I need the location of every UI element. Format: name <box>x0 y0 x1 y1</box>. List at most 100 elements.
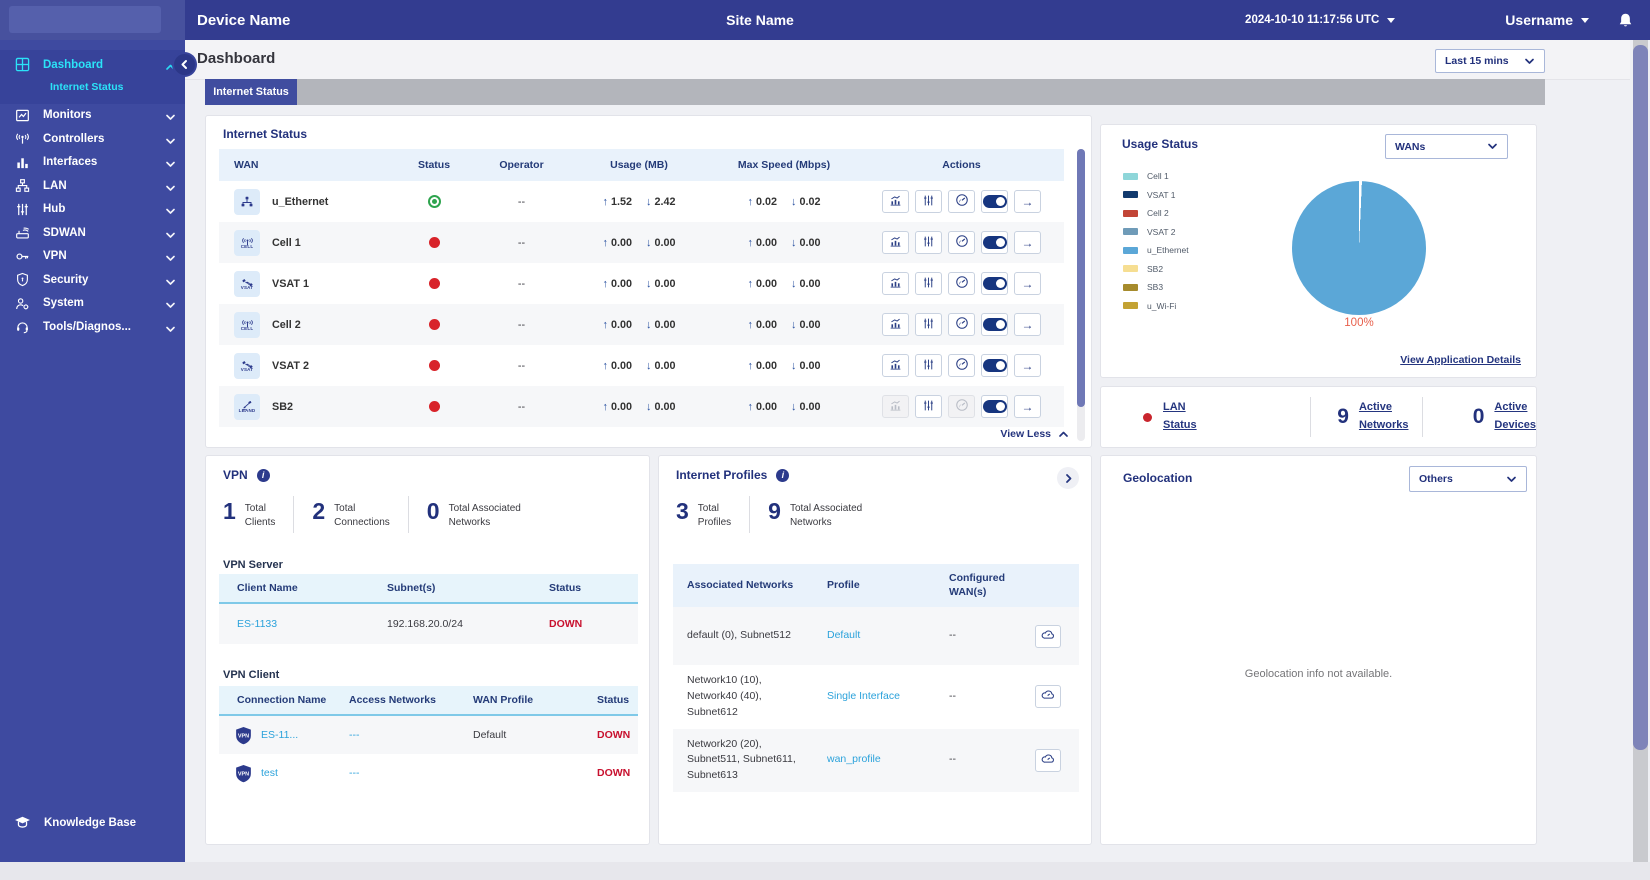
stat-label: Total Clients <box>244 503 276 528</box>
sidebar-item-dashboard[interactable]: Dashboard <box>0 53 185 77</box>
sidebar-item-hub[interactable]: Hub <box>0 198 185 222</box>
max-speed: ↑ 0.00 ↓ 0.00 <box>709 401 859 413</box>
vpn-panel: VPN i 1 Total Clients 2 Total Connections 0 Tot… <box>205 455 650 845</box>
toggle-action-button[interactable] <box>981 354 1008 377</box>
view-application-details-link[interactable]: View Application Details <box>1400 354 1521 366</box>
connection-name-link[interactable]: test <box>261 767 278 779</box>
active-networks-link[interactable]: Active Networks <box>1359 399 1409 434</box>
speed-test-button[interactable] <box>1035 748 1061 772</box>
gauge-action-button[interactable] <box>948 272 975 295</box>
up-arrow-icon: ↑ <box>602 277 608 290</box>
gauge-action-button[interactable] <box>948 231 975 254</box>
chart-action-button[interactable] <box>882 272 909 295</box>
sliders-action-button[interactable] <box>915 231 942 254</box>
speed-test-button[interactable] <box>1035 685 1061 709</box>
chevron-down-icon <box>165 322 175 332</box>
gauge-action-button[interactable] <box>948 354 975 377</box>
user-menu[interactable]: Username <box>1505 12 1589 28</box>
sliders-action-button[interactable] <box>915 395 942 418</box>
sidebar-subitem-internet-status[interactable]: Internet Status <box>0 77 185 98</box>
sliders-action-button[interactable] <box>915 190 942 213</box>
wan-name: VSAT 2 <box>272 359 309 372</box>
status-down-indicator <box>428 360 440 371</box>
gauge-icon <box>955 193 969 210</box>
sidebar-item-system[interactable]: System <box>0 292 185 316</box>
time-range-select[interactable]: Last 15 mins <box>1435 49 1545 73</box>
chart-action-button[interactable] <box>882 313 909 336</box>
toggle-action-button[interactable] <box>981 190 1008 213</box>
connection-name-link[interactable]: ES-11... <box>261 729 298 741</box>
sliders-icon <box>922 317 935 333</box>
geolocation-title: Geolocation <box>1123 471 1193 485</box>
profile-link[interactable]: Single Interface <box>813 681 935 713</box>
sliders-icon <box>922 399 935 415</box>
profile-link[interactable]: wan_profile <box>813 744 935 776</box>
sidebar-item-knowledge-base[interactable]: Knowledge Base <box>0 810 185 836</box>
up-arrow-icon: ↑ <box>747 318 753 331</box>
scrollbar-thumb[interactable] <box>1077 149 1085 407</box>
arrow-action-button[interactable]: → <box>1014 190 1041 213</box>
page-vertical-scrollbar[interactable] <box>1633 40 1648 862</box>
profiles-next-button[interactable] <box>1057 467 1079 489</box>
chart-icon <box>889 235 902 251</box>
client-name-link[interactable]: ES-1133 <box>219 618 369 630</box>
sidebar-item-controllers[interactable]: Controllers <box>0 127 185 151</box>
datetime-dropdown[interactable]: 2024-10-10 11:17:56 UTC <box>1245 14 1396 26</box>
chart-action-button[interactable] <box>882 354 909 377</box>
sliders-action-button[interactable] <box>915 272 942 295</box>
usage-scope-select[interactable]: WANs <box>1385 134 1508 159</box>
arrow-action-button[interactable]: → <box>1014 231 1041 254</box>
max-speed-up-value: 0.00 <box>755 277 777 290</box>
arrow-action-button[interactable]: → <box>1014 354 1041 377</box>
lan-status-link[interactable]: LAN Status <box>1163 399 1197 434</box>
chart-action-button <box>882 395 909 418</box>
chart-action-button[interactable] <box>882 190 909 213</box>
sidebar-item-security[interactable]: Security <box>0 268 185 292</box>
sidebar-collapse-button[interactable] <box>174 54 195 75</box>
sidebar-item-lan[interactable]: LAN <box>0 174 185 198</box>
toggle-on-icon <box>982 236 1007 249</box>
scrollbar-thumb[interactable] <box>1633 45 1648 750</box>
gauge-icon <box>955 316 969 333</box>
max-speed: ↑ 0.00 ↓ 0.00 <box>709 278 859 290</box>
column-header: Status <box>417 159 451 171</box>
toggle-action-button[interactable] <box>981 231 1008 254</box>
tab-internet-status[interactable]: Internet Status <box>205 79 297 105</box>
arrow-action-button[interactable]: → <box>1014 313 1041 336</box>
sidebar-item-vpn[interactable]: VPN <box>0 245 185 269</box>
geolocation-select[interactable]: Others <box>1409 466 1527 492</box>
sliders-action-button[interactable] <box>915 354 942 377</box>
usage-up-value: 0.00 <box>610 236 632 249</box>
info-icon[interactable]: i <box>776 468 790 482</box>
sidebar-item-label: Interfaces <box>43 156 98 169</box>
profile-link[interactable]: Default <box>813 620 935 652</box>
status-cell: DOWN <box>549 618 583 630</box>
internet-status-scrollbar[interactable] <box>1077 149 1085 441</box>
sliders-icon <box>922 358 935 374</box>
speed-test-button[interactable] <box>1035 624 1061 648</box>
active-devices-link[interactable]: Active Devices <box>1494 399 1536 434</box>
status-cell <box>394 401 474 412</box>
profile-row: Network20 (20), Subnet511, Subnet611, Su… <box>673 728 1079 792</box>
wan-row-u-ethernet: u_Ethernet -- ↑ 1.52 ↓ 2.42 ↑ 0.02 ↓ 0.02 → <box>219 181 1064 222</box>
notifications-bell-icon[interactable] <box>1617 12 1634 29</box>
column-header: Connection Name <box>237 694 327 706</box>
gauge-action-button[interactable] <box>948 190 975 213</box>
sidebar-item-monitors[interactable]: Monitors <box>0 104 185 128</box>
arrow-action-button[interactable]: → <box>1014 395 1041 418</box>
gauge-action-button[interactable] <box>948 313 975 336</box>
info-icon[interactable]: i <box>256 468 270 482</box>
sliders-action-button[interactable] <box>915 313 942 336</box>
toggle-action-button[interactable] <box>981 272 1008 295</box>
sidebar-item-tools-diagnos[interactable]: Tools/Diagnos... <box>0 315 185 339</box>
chart-action-button[interactable] <box>882 231 909 254</box>
toggle-action-button[interactable] <box>981 395 1008 418</box>
view-less-button[interactable]: View Less <box>1000 428 1069 440</box>
toggle-action-button[interactable] <box>981 313 1008 336</box>
column-header: Subnet(s) <box>387 582 436 594</box>
sidebar-item-sdwan[interactable]: SDWAN <box>0 221 185 245</box>
logo-area <box>0 0 185 40</box>
actions-cell: → <box>859 231 1064 254</box>
sidebar-item-interfaces[interactable]: Interfaces <box>0 151 185 175</box>
arrow-action-button[interactable]: → <box>1014 272 1041 295</box>
